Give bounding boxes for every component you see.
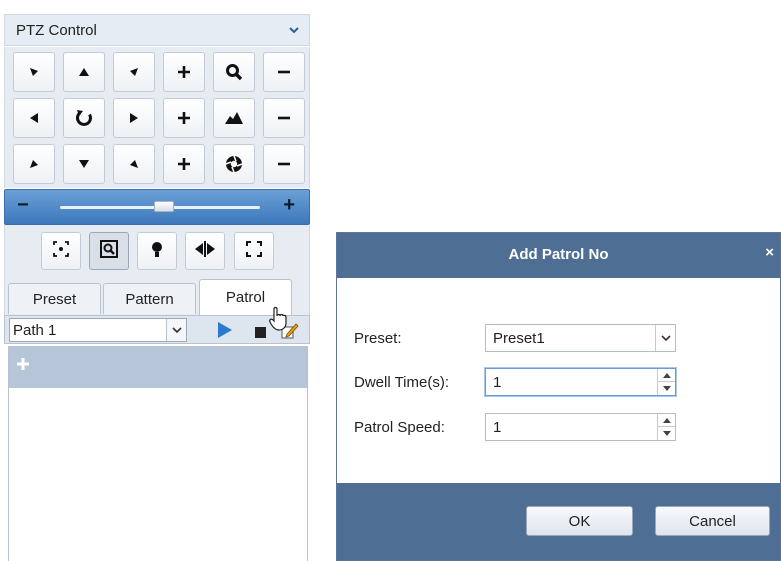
iris-open-button[interactable] (163, 144, 205, 184)
stepper-down-icon[interactable] (658, 382, 675, 395)
arrow-right-icon (128, 112, 140, 124)
iris-open-icon (177, 157, 191, 171)
mouse-cursor-icon (268, 305, 290, 336)
dwell-time-value: 1 (493, 374, 502, 391)
dwell-time-label: Dwell Time(s): (354, 374, 450, 391)
dwell-time-stepper[interactable] (657, 369, 675, 395)
arrow-up-right-icon (128, 66, 140, 78)
iris-close-button[interactable] (263, 144, 305, 184)
zoom-icon (225, 63, 243, 81)
ptz-panel-title: PTZ Control (16, 22, 97, 39)
ptz-panel-header[interactable]: PTZ Control (4, 14, 310, 46)
dialog-body: Preset: Preset1 Dwell Time(s): 1 Patrol … (337, 278, 780, 483)
focus-out-button[interactable] (263, 98, 305, 138)
tab-preset[interactable]: Preset (8, 283, 101, 314)
3d-positioning-button[interactable] (41, 232, 81, 270)
focus-in-icon (177, 111, 191, 125)
arrow-down-icon (78, 158, 90, 170)
patrol-toolbar: Path 1 (4, 315, 310, 344)
preset-label: Preset: (354, 330, 402, 347)
iris-label-button[interactable] (213, 144, 255, 184)
preset-select[interactable]: Preset1 (485, 324, 676, 352)
light-icon (150, 240, 164, 263)
focus-in-button[interactable] (163, 98, 205, 138)
wiper-button[interactable] (185, 232, 225, 270)
pan-right-button[interactable] (113, 98, 155, 138)
dialog-titlebar: Add Patrol No × (337, 233, 780, 278)
ptz-speed-slider[interactable]: − + (4, 189, 310, 225)
patrol-preset-list (8, 346, 308, 561)
one-touch-focus-button[interactable] (234, 232, 274, 270)
focus-out-icon (277, 111, 291, 125)
iris-close-icon (277, 157, 291, 171)
light-button[interactable] (137, 232, 177, 270)
pan-down-button[interactable] (63, 144, 105, 184)
patrol-path-select[interactable]: Path 1 (9, 318, 187, 342)
pan-up-button[interactable] (63, 52, 105, 92)
stop-icon[interactable] (255, 325, 266, 343)
manual-tracking-button[interactable] (89, 232, 129, 270)
arrow-left-icon (28, 112, 40, 124)
focus-icon (224, 111, 244, 125)
auto-scan-icon (75, 109, 93, 127)
add-patrol-dialog: Add Patrol No × Preset: Preset1 Dwell Ti… (336, 232, 781, 561)
ptz-tab-bar: Preset Pattern Patrol (4, 277, 310, 315)
preset-value: Preset1 (493, 330, 545, 347)
zoom-in-button[interactable] (163, 52, 205, 92)
dialog-footer: OK Cancel (337, 483, 780, 560)
pan-down-right-button[interactable] (113, 144, 155, 184)
auto-scan-button[interactable] (63, 98, 105, 138)
zoom-label-button[interactable] (213, 52, 255, 92)
chevron-down-icon[interactable] (166, 319, 186, 341)
speed-decrease-button[interactable]: − (17, 195, 29, 215)
chevron-down-icon[interactable] (655, 325, 675, 351)
wiper-icon (194, 240, 216, 262)
tab-pattern[interactable]: Pattern (103, 283, 196, 314)
manual-tracking-icon (100, 239, 118, 263)
dwell-time-field[interactable]: 1 (485, 368, 676, 396)
close-icon[interactable]: × (765, 244, 774, 261)
pan-down-left-button[interactable] (13, 144, 55, 184)
add-preset-row[interactable] (9, 346, 307, 388)
pan-left-button[interactable] (13, 98, 55, 138)
slider-thumb[interactable] (153, 201, 174, 212)
focus-label-button[interactable] (213, 98, 255, 138)
stepper-up-icon[interactable] (658, 414, 675, 427)
zoom-out-icon (277, 65, 291, 79)
patrol-speed-value: 1 (493, 419, 502, 436)
patrol-speed-field[interactable]: 1 (485, 413, 676, 441)
ptz-tool-row (4, 225, 310, 277)
one-touch-focus-icon (246, 240, 262, 262)
add-icon[interactable] (15, 356, 31, 377)
play-icon[interactable] (217, 321, 233, 344)
pan-up-right-button[interactable] (113, 52, 155, 92)
chevron-down-icon[interactable] (287, 23, 301, 37)
zoom-in-icon (177, 65, 191, 79)
arrow-down-left-icon (28, 158, 40, 170)
3d-positioning-icon (53, 240, 69, 262)
arrow-down-right-icon (128, 158, 140, 170)
patrol-path-value: Path 1 (13, 322, 57, 339)
zoom-out-button[interactable] (263, 52, 305, 92)
stepper-down-icon[interactable] (658, 427, 675, 440)
ok-button[interactable]: OK (526, 506, 633, 536)
iris-icon (225, 155, 243, 173)
ptz-control-panel: PTZ Control − + Preset Pattern Patrol Pa… (0, 0, 315, 561)
patrol-speed-label: Patrol Speed: (354, 419, 445, 436)
pan-up-left-button[interactable] (13, 52, 55, 92)
cancel-button[interactable]: Cancel (655, 506, 770, 536)
patrol-speed-stepper[interactable] (657, 414, 675, 440)
dialog-title: Add Patrol No (508, 246, 609, 263)
ptz-direction-grid (4, 47, 310, 188)
arrow-up-icon (78, 66, 90, 78)
speed-increase-button[interactable]: + (283, 195, 295, 215)
stepper-up-icon[interactable] (658, 369, 675, 382)
arrow-up-left-icon (28, 66, 40, 78)
